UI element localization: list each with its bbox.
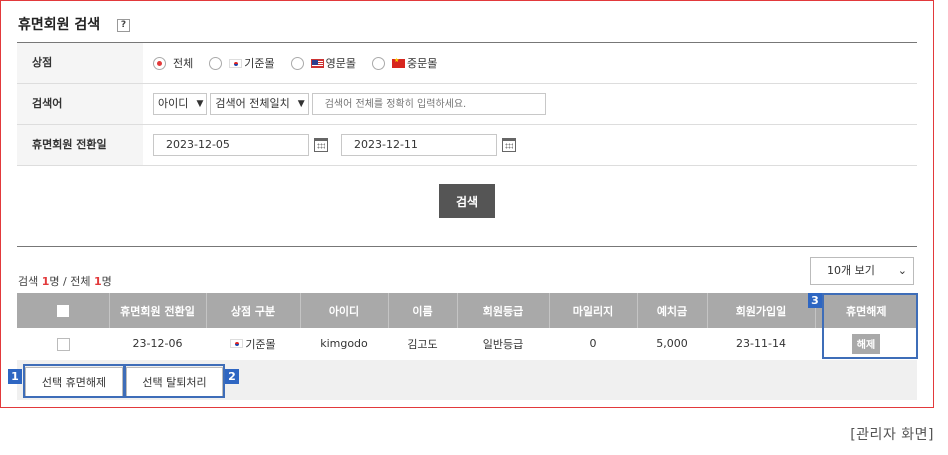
chevron-down-icon: ▼ — [297, 99, 305, 109]
search-button[interactable]: 검색 — [439, 184, 495, 218]
row-checkbox[interactable] — [56, 337, 70, 351]
keyword-label: 검색어 — [17, 84, 143, 124]
store-radio-group: 전체 기준몰 영문몰 중문몰 — [153, 55, 453, 71]
cell-dormant-date: 23-12-06 — [109, 328, 206, 361]
annotation-badge-3: 3 — [808, 293, 822, 308]
col-deposit: 예치금 — [637, 293, 708, 328]
highlight-box-3 — [822, 293, 918, 359]
result-count: 검색 1명 / 전체 1명 — [18, 275, 112, 288]
store-option-cn-label: 중문몰 — [407, 57, 438, 70]
store-radio-all[interactable] — [153, 56, 166, 70]
cell-grade: 일반등급 — [457, 328, 549, 361]
chevron-down-icon: ⌄ — [897, 264, 907, 277]
date-label: 휴면회원 전환일 — [17, 125, 143, 165]
store-option-kr-label: 기준몰 — [244, 57, 275, 70]
caption: [관리자 화면] — [850, 427, 934, 443]
cell-store: 기준몰 — [245, 337, 276, 351]
chevron-down-icon: ▼ — [196, 99, 204, 109]
dormant-member-table: 휴면회원 전환일 상점 구분 아이디 이름 회원등급 마일리지 예치금 회원가입… — [17, 293, 917, 361]
annotation-badge-1: 1 — [8, 369, 22, 384]
select-all-checkbox[interactable] — [56, 305, 69, 317]
us-flag-icon — [310, 58, 324, 68]
date-from-input[interactable]: 2023-12-05 — [153, 134, 309, 156]
keyword-input[interactable] — [311, 93, 546, 115]
table-row: 23-12-06 기준몰 kimgodo 김고도 일반등급 0 5,000 23… — [17, 328, 917, 361]
store-option-en-label: 영문몰 — [325, 57, 356, 70]
store-option-all-label: 전체 — [173, 57, 194, 70]
table-header-row: 휴면회원 전환일 상점 구분 아이디 이름 회원등급 마일리지 예치금 회원가입… — [17, 293, 917, 328]
cell-id: kimgodo — [300, 328, 388, 361]
divider — [17, 246, 917, 247]
store-label: 상점 — [17, 43, 143, 83]
keyword-field-select[interactable]: 아이디 ▼ — [153, 93, 208, 115]
cell-deposit: 5,000 — [637, 328, 707, 361]
per-page-select[interactable]: 10개 보기 ⌄ — [810, 257, 914, 285]
col-dormant-date: 휴면회원 전환일 — [109, 293, 207, 328]
col-grade: 회원등급 — [457, 293, 550, 328]
highlight-box-2 — [124, 364, 225, 398]
store-radio-en[interactable] — [290, 56, 304, 70]
store-row: 상점 전체 기준몰 영문몰 중문몰 — [17, 43, 917, 84]
annotation-badge-2: 2 — [225, 369, 239, 384]
store-radio-kr[interactable] — [209, 56, 223, 70]
calendar-icon[interactable] — [314, 138, 328, 152]
cell-name: 김고도 — [388, 328, 457, 361]
col-id: 아이디 — [300, 293, 389, 328]
date-to-input[interactable]: 2023-12-11 — [341, 134, 497, 156]
kr-flag-icon — [229, 58, 243, 68]
cn-flag-icon — [392, 57, 405, 68]
keyword-row: 검색어 아이디 ▼ 검색어 전체일치 ▼ — [17, 84, 917, 125]
kr-flag-icon — [230, 338, 244, 348]
cell-joined: 23-11-14 — [707, 328, 815, 361]
keyword-match-select[interactable]: 검색어 전체일치 ▼ — [210, 93, 309, 115]
cell-mileage: 0 — [549, 328, 637, 361]
col-name: 이름 — [388, 293, 458, 328]
total-count: 1 — [93, 275, 102, 288]
highlight-box-1 — [23, 364, 125, 398]
help-icon[interactable]: ? — [117, 19, 130, 32]
store-radio-cn[interactable] — [372, 56, 385, 70]
col-store: 상점 구분 — [206, 293, 301, 328]
page-title: 휴면회원 검색 — [18, 17, 101, 33]
col-joined: 회원가입일 — [707, 293, 816, 328]
col-mileage: 마일리지 — [549, 293, 638, 328]
search-form: 상점 전체 기준몰 영문몰 중문몰 검색어 아이디▼ 검색어 전체일치▼ 휴면회… — [17, 42, 917, 166]
date-row: 휴면회원 전환일 2023-12-05 2023-12-11 — [17, 125, 917, 166]
calendar-icon[interactable] — [502, 138, 516, 152]
